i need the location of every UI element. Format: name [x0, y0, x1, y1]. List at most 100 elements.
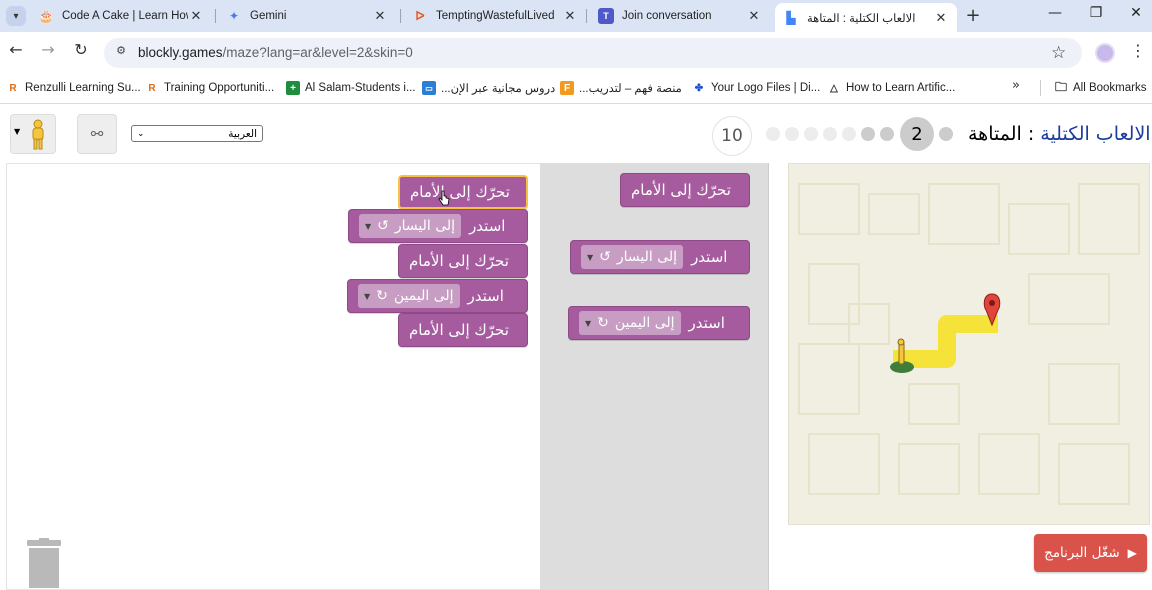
block-label: تحرّك إلى الأمام [409, 252, 509, 270]
dropdown-arrow-icon: ▼ [365, 221, 372, 231]
bookmark-renzulli[interactable]: R Renzulli Learning Su... [6, 79, 141, 97]
bookmark-star-icon[interactable]: ☆ [1051, 43, 1066, 63]
dropdown-value: إلى اليمين [614, 315, 675, 331]
block-toolbox[interactable] [540, 163, 768, 590]
tab-separator [215, 9, 216, 23]
run-program-button[interactable]: شغّل البرنامج ▶ [1034, 534, 1147, 572]
link-icon: ⚯ [90, 125, 104, 143]
dropdown-value: إلى اليسار [394, 218, 456, 234]
minimize-icon[interactable]: — [1043, 5, 1067, 21]
block-label: استدر [467, 287, 504, 305]
turn-direction-dropdown[interactable]: إلى اليمين ↻ ▼ [358, 284, 460, 308]
dropdown-value: إلى اليمين [393, 288, 454, 304]
dropdown-caret-icon: ▼ [14, 127, 21, 136]
bookmarks-more-icon[interactable]: » [1012, 78, 1020, 93]
link-button[interactable]: ⚯ [77, 114, 117, 154]
bookmark-free-courses[interactable]: ▭ دروس مجانية عبر الإن... [422, 79, 555, 97]
toolbox-block-move-forward[interactable]: تحرّك إلى الأمام [620, 173, 750, 207]
url-text[interactable]: blockly.games/maze?lang=ar&level=2&skin=… [138, 45, 413, 60]
close-icon[interactable]: ✕ [188, 8, 204, 24]
workspace-block-turn-right[interactable]: استدر إلى اليمين ↻ ▼ [347, 279, 528, 313]
logo-files-icon: ✤ [694, 82, 704, 94]
teams-icon: T [598, 8, 614, 24]
page-title-text: : المتاهة [968, 123, 1041, 145]
stream-icon: ᐅ [415, 9, 425, 23]
language-select[interactable]: ⌄ العربية [131, 125, 263, 142]
bookmark-label: Renzulli Learning Su... [25, 82, 141, 94]
level-dot[interactable] [880, 127, 894, 141]
ai-icon: △ [830, 82, 838, 94]
bookmarks-divider [1040, 80, 1041, 96]
tab-blockly-maze[interactable]: ▙ الالعاب الكتلية : المتاهة ✕ [775, 3, 957, 32]
reload-icon[interactable]: ↻ [70, 40, 92, 59]
block-label: تحرّك إلى الأمام [410, 183, 510, 201]
games-home-link[interactable]: الالعاب الكتلية [1040, 123, 1150, 145]
block-label: استدر [469, 217, 506, 235]
close-icon[interactable]: ✕ [372, 8, 388, 24]
maximize-icon[interactable]: ❐ [1084, 5, 1108, 21]
maze-display [788, 163, 1150, 525]
bookmark-learn-ai[interactable]: △ How to Learn Artific... [827, 79, 955, 97]
gemini-icon: ✦ [228, 9, 240, 23]
workspace-block-move-forward[interactable]: تحرّك إلى الأمام [398, 244, 528, 278]
site-info-icon[interactable]: ⚙ [112, 44, 130, 62]
dropdown-value: إلى اليسار [616, 249, 678, 265]
tab-code-a-cake[interactable]: 🎂 Code A Cake | Learn How ✕ [30, 3, 212, 29]
course-icon: ▭ [422, 81, 436, 95]
new-tab-button[interactable]: + [963, 5, 983, 26]
block-label: تحرّك إلى الأمام [409, 321, 509, 339]
bookmark-label: How to Learn Artific... [846, 82, 956, 94]
forward-arrow-icon[interactable]: → [37, 40, 59, 59]
bookmark-label: Al Salam-Students i... [305, 82, 416, 94]
turn-direction-dropdown[interactable]: إلى اليسار ↺ ▼ [359, 214, 462, 238]
level-dot[interactable] [766, 127, 780, 141]
block-label: استدر [691, 248, 728, 266]
close-window-icon[interactable]: ✕ [1124, 5, 1148, 21]
level-dot[interactable] [823, 127, 837, 141]
renzulli-icon: R [148, 82, 156, 94]
page-title: الالعاب الكتلية : المتاهة [968, 123, 1151, 145]
bookmark-training[interactable]: R Training Opportuniti... [145, 79, 274, 97]
toolbox-block-turn-left[interactable]: استدر إلى اليسار ↺ ▼ [570, 240, 750, 274]
turn-right-icon: ↻ [376, 288, 388, 304]
tab-separator [586, 9, 587, 23]
bookmark-label: Training Opportuniti... [164, 82, 275, 94]
close-icon[interactable]: ✕ [562, 8, 578, 24]
level-dot[interactable] [842, 127, 856, 141]
tab-join-conversation[interactable]: T Join conversation ✕ [590, 3, 770, 29]
bookmark-label: دروس مجانية عبر الإن... [441, 83, 556, 95]
back-arrow-icon[interactable]: ← [5, 40, 27, 59]
bookmark-logo-files[interactable]: ✤ Your Logo Files | Di... [692, 79, 821, 97]
workspace-block-move-forward[interactable]: تحرّك إلى الأمام [398, 313, 528, 347]
turn-direction-dropdown[interactable]: إلى اليسار ↺ ▼ [581, 245, 684, 269]
bookmark-label: Your Logo Files | Di... [711, 82, 821, 94]
turn-right-icon: ↻ [597, 315, 609, 331]
close-icon[interactable]: ✕ [746, 8, 762, 24]
workspace-block-move-forward[interactable]: تحرّك إلى الأمام [398, 175, 528, 209]
level-dot[interactable] [785, 127, 799, 141]
tab-stream[interactable]: ᐅ TemptingWastefulLived ✕ [404, 3, 586, 29]
url-host: blockly.games [138, 45, 223, 60]
bookmark-fahm[interactable]: F منصة فهم – لتدريب... [560, 79, 682, 97]
level-dot[interactable] [804, 127, 818, 141]
all-bookmarks[interactable]: 🗀 All Bookmarks [1054, 79, 1147, 97]
level-max[interactable]: 10 [712, 116, 752, 156]
tab-title: Gemini [250, 10, 287, 22]
close-icon[interactable]: ✕ [933, 10, 949, 26]
level-dot[interactable] [861, 127, 875, 141]
turn-direction-dropdown[interactable]: إلى اليمين ↻ ▼ [579, 311, 681, 335]
menu-dots-icon[interactable]: ⋮ [1130, 41, 1146, 60]
bookmark-al-salam[interactable]: + Al Salam-Students i... [286, 79, 416, 97]
toolbox-block-turn-right[interactable]: استدر إلى اليمين ↻ ▼ [568, 306, 750, 340]
workspace-block-turn-left[interactable]: استدر إلى اليسار ↺ ▼ [348, 209, 528, 243]
level-dot[interactable] [939, 127, 953, 141]
trash-can-icon[interactable] [25, 538, 63, 588]
tab-search-chevron-icon[interactable]: ▾ [6, 6, 26, 26]
play-icon: ▶ [1127, 546, 1137, 560]
tab-gemini[interactable]: ✦ Gemini ✕ [218, 3, 396, 29]
folder-icon: 🗀 [1054, 79, 1067, 94]
tab-title: Join conversation [622, 10, 712, 22]
profile-avatar[interactable] [1095, 43, 1115, 63]
pegman-skin-button[interactable]: ▼ [10, 114, 56, 154]
level-current[interactable]: 2 [900, 117, 934, 151]
